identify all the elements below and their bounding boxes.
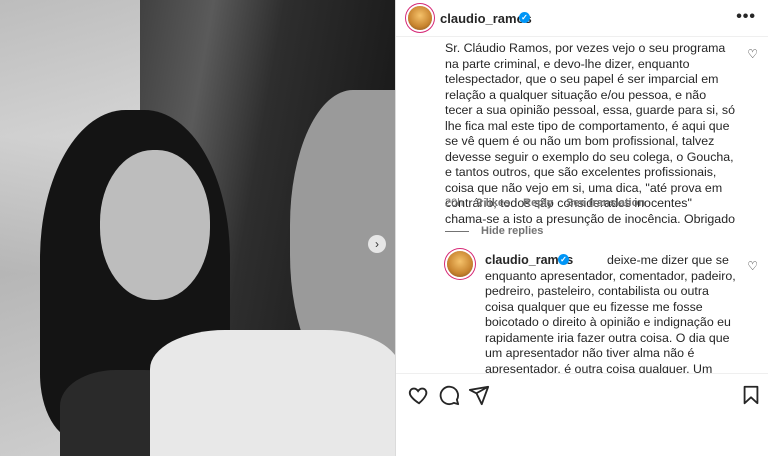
author-username[interactable]: claudio_ramos <box>440 11 532 26</box>
hide-replies-label: Hide replies <box>481 225 544 237</box>
chevron-right-icon: › <box>375 237 379 251</box>
hide-replies-button[interactable]: Hide replies <box>445 225 543 237</box>
see-translation-button[interactable]: See translation <box>566 197 645 209</box>
comment-like-icon[interactable]: ♡ <box>747 47 758 61</box>
comment-reply-button[interactable]: Reply <box>523 197 553 209</box>
replies-line <box>445 230 469 232</box>
comment-likes-count[interactable]: 2 likes <box>476 197 510 209</box>
more-options-icon[interactable]: ••• <box>736 8 756 26</box>
author-avatar[interactable] <box>408 6 432 30</box>
post-photo: › <box>0 0 395 456</box>
bookmark-icon[interactable] <box>740 384 762 406</box>
verified-badge-icon: ✓ <box>519 12 530 23</box>
photo-floral-shirt <box>150 330 395 456</box>
photo-woman-face <box>100 150 210 300</box>
carousel-next-button[interactable]: › <box>368 235 386 253</box>
post-header: claudio_ramos ✓ ••• <box>396 0 768 37</box>
reply-verified-badge-icon: ✓ <box>558 254 569 265</box>
post-actions-bar <box>396 373 768 414</box>
heart-outline-icon[interactable] <box>408 384 430 406</box>
comment-meta: 20h 2 likes Reply See translation <box>445 197 655 209</box>
speech-bubble-icon[interactable] <box>438 384 460 406</box>
reply-text: deixe-me dizer que se enquanto apresenta… <box>485 253 736 373</box>
reply-author-avatar[interactable] <box>447 251 473 277</box>
paper-plane-icon[interactable] <box>468 384 490 406</box>
reply-body: claudio_ramos ✓ deixe-me dizer que se en… <box>485 253 740 373</box>
comments-section: Sr. Cláudio Ramos, por vezes vejo o seu … <box>396 37 768 373</box>
post-side-panel: claudio_ramos ✓ ••• Sr. Cláudio Ramos, p… <box>396 0 768 456</box>
reply-like-icon[interactable]: ♡ <box>747 259 758 273</box>
comment-time: 20h <box>445 197 464 209</box>
